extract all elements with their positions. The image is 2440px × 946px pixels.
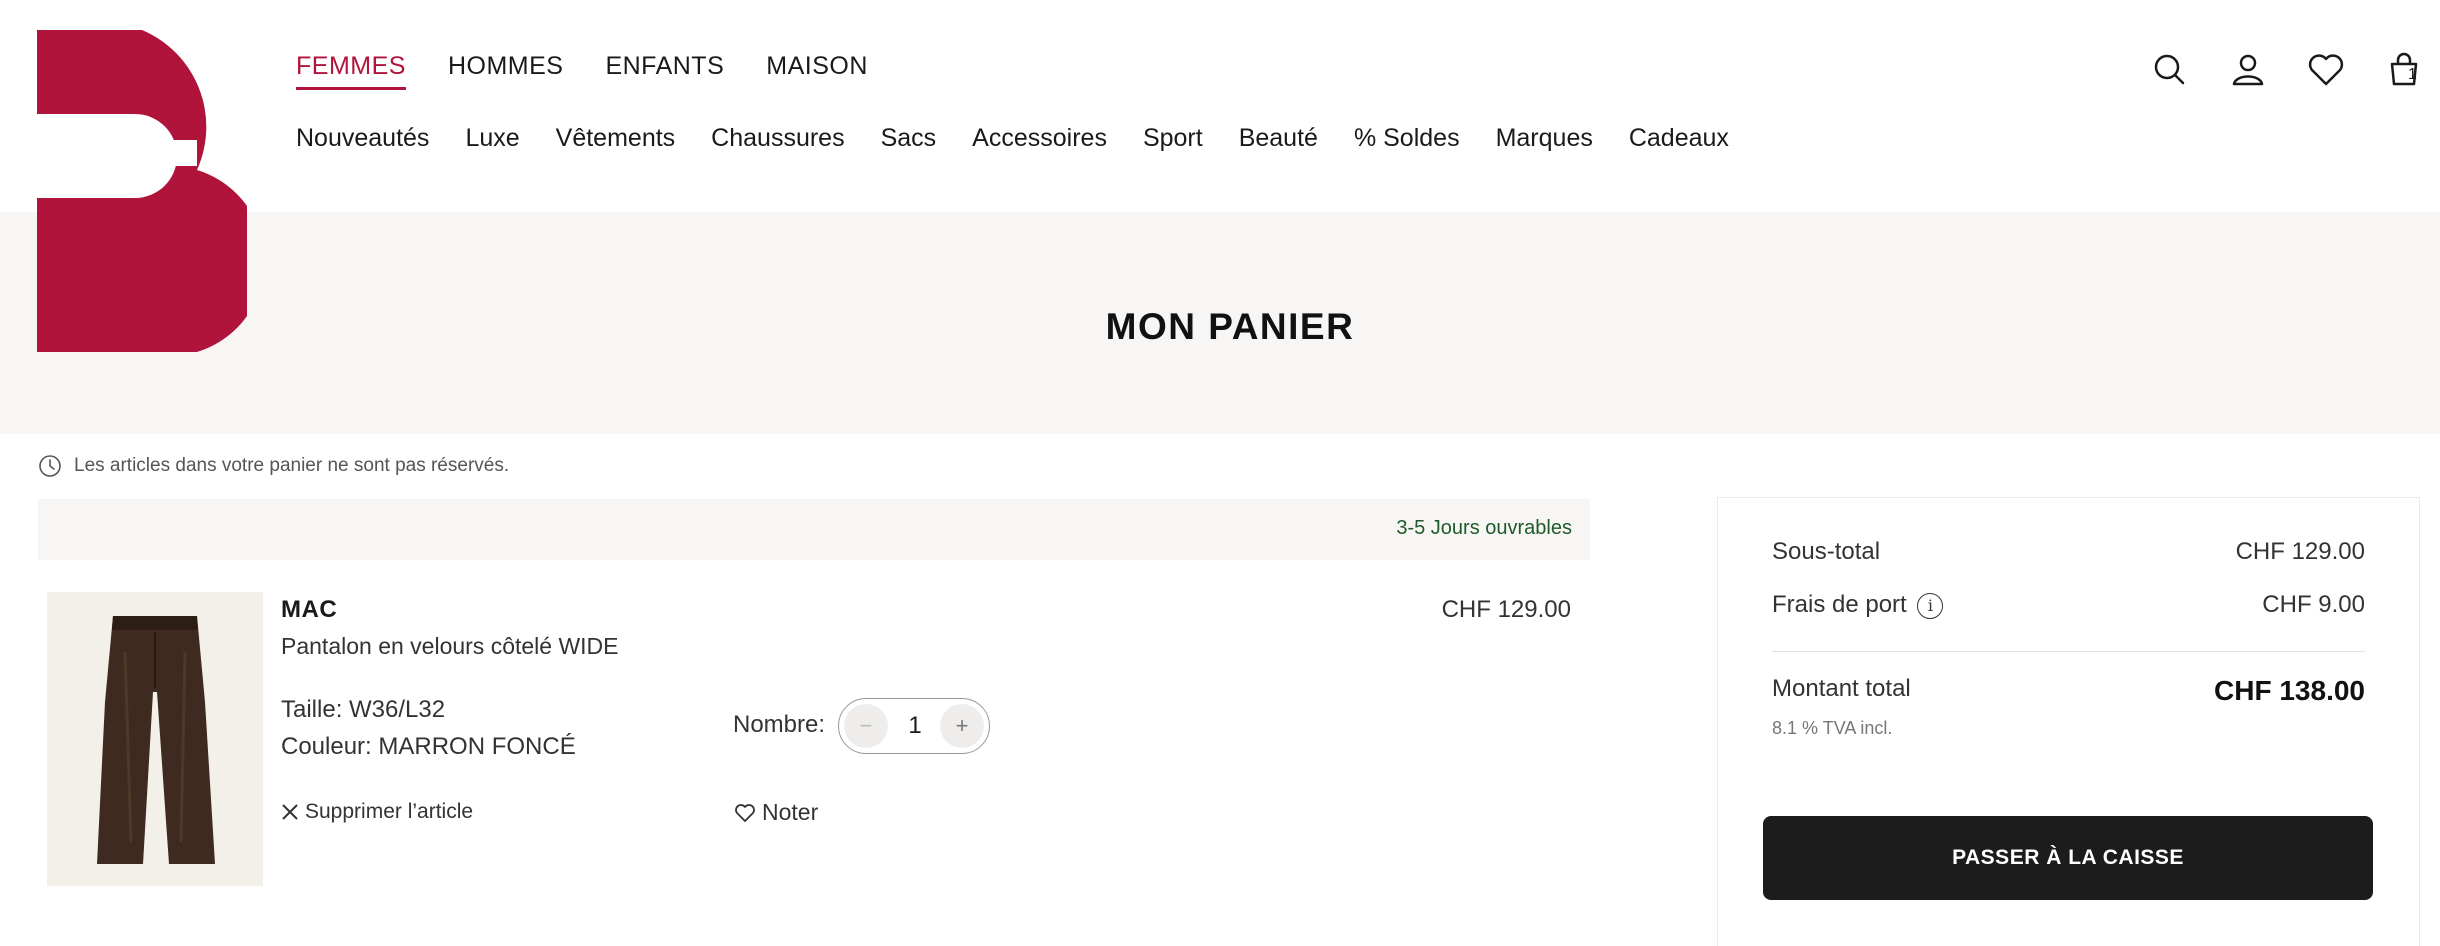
product-price: CHF 129.00: [1441, 596, 1571, 623]
category-sport[interactable]: Sport: [1143, 124, 1203, 153]
shipping-row: Frais de port i CHF 9.00: [1772, 591, 2365, 619]
category-nav: Nouveautés Luxe Vêtements Chaussures Sac…: [296, 124, 1729, 153]
brand-logo[interactable]: [37, 30, 247, 352]
subtotal-row: Sous-total CHF 129.00: [1772, 538, 2365, 566]
page-title-band: MON PANIER: [0, 212, 2440, 434]
product-name[interactable]: Pantalon en velours côtelé WIDE: [281, 633, 619, 660]
cart-count-badge: 1: [2408, 66, 2417, 83]
delivery-bar: 3-5 Jours ouvrables: [38, 499, 1590, 560]
main-nav-maison[interactable]: MAISON: [766, 52, 868, 90]
main-nav-enfants[interactable]: ENFANTS: [605, 52, 724, 90]
wishlist-label: Noter: [762, 799, 819, 825]
product-color: Couleur: MARRON FONCÉ: [281, 733, 576, 760]
total-value: CHF 138.00: [2214, 675, 2365, 706]
category-accessoires[interactable]: Accessoires: [972, 124, 1107, 153]
info-icon[interactable]: i: [1917, 592, 1944, 619]
page-title: MON PANIER: [1105, 306, 1355, 347]
product-brand[interactable]: MAC: [281, 596, 337, 624]
remove-item-button[interactable]: Supprimer l’article: [281, 800, 473, 824]
total-label: Montant total: [1772, 675, 1911, 702]
trousers-image: [97, 616, 215, 864]
heart-icon[interactable]: [2306, 50, 2346, 90]
close-icon: [282, 804, 298, 820]
heart-icon: [735, 803, 755, 822]
notice-text: Les articles dans votre panier ne sont p…: [74, 455, 510, 476]
increase-quantity-button[interactable]: +: [940, 704, 984, 748]
vat-note: 8.1 % TVA incl.: [1772, 718, 1893, 738]
main-nav-hommes[interactable]: HOMMES: [448, 52, 564, 90]
quantity-stepper: 1 − +: [838, 698, 990, 754]
category-sacs[interactable]: Sacs: [881, 124, 937, 153]
main-nav-femmes[interactable]: FEMMES: [296, 52, 406, 90]
category-luxe[interactable]: Luxe: [465, 124, 519, 153]
checkout-button[interactable]: PASSER À LA CAISSE: [1763, 816, 2373, 900]
quantity-label: Nombre:: [733, 711, 826, 738]
subtotal-value: CHF 129.00: [2235, 538, 2365, 565]
category-cadeaux[interactable]: Cadeaux: [1629, 124, 1729, 153]
category-chaussures[interactable]: Chaussures: [711, 124, 844, 153]
total-row: Montant total CHF 138.00: [1772, 675, 2365, 707]
delivery-time: 3-5 Jours ouvrables: [1396, 517, 1572, 539]
decrease-quantity-button[interactable]: −: [844, 704, 888, 748]
product-size: Taille: W36/L32: [281, 696, 446, 723]
shipping-value: CHF 9.00: [2262, 591, 2365, 618]
user-icon[interactable]: [2228, 50, 2268, 90]
clock-icon: [39, 455, 61, 477]
category-soldes[interactable]: % Soldes: [1354, 124, 1460, 153]
subtotal-label: Sous-total: [1772, 538, 1881, 565]
shopping-bag-icon[interactable]: [2384, 50, 2424, 90]
category-marques[interactable]: Marques: [1496, 124, 1593, 153]
category-vetements[interactable]: Vêtements: [556, 124, 676, 153]
cart-notice: Les articles dans votre panier ne sont p…: [38, 454, 509, 478]
search-icon[interactable]: [2150, 50, 2190, 90]
main-nav: FEMMES HOMMES ENFANTS MAISON: [296, 52, 868, 90]
site-header: FEMMES HOMMES ENFANTS MAISON Nouveautés …: [0, 0, 2440, 352]
category-nouveautes[interactable]: Nouveautés: [296, 124, 429, 153]
save-to-wishlist-button[interactable]: Noter: [734, 799, 818, 826]
shipping-label: Frais de port: [1772, 591, 1907, 618]
summary-divider: [1772, 651, 2365, 652]
order-summary: Sous-total CHF 129.00 Frais de port i CH…: [1717, 497, 2420, 946]
remove-item-label: Supprimer l’article: [305, 800, 474, 823]
category-beaute[interactable]: Beauté: [1239, 124, 1318, 153]
product-image[interactable]: [47, 592, 263, 886]
